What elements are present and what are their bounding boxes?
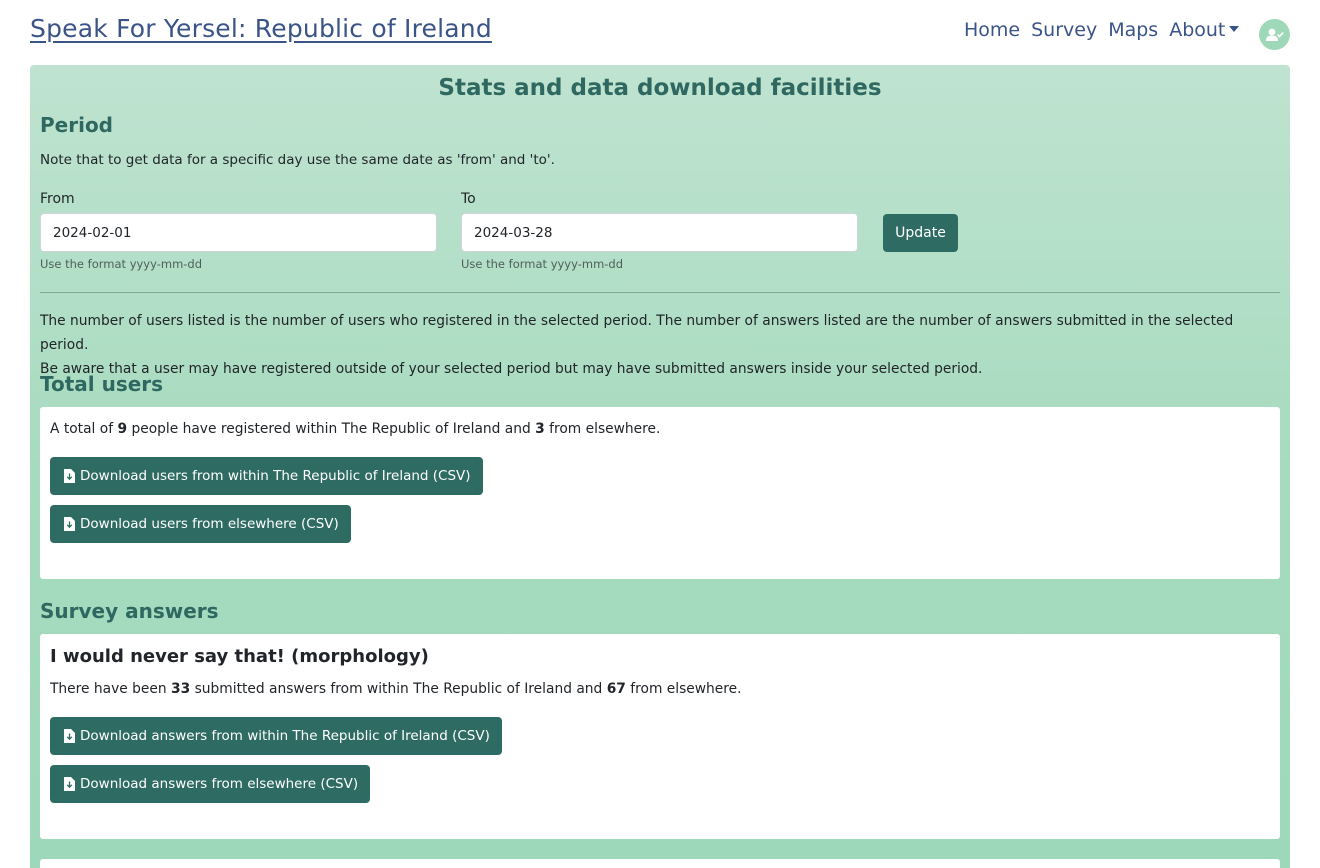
chevron-down-icon (1229, 26, 1240, 32)
from-hint: Use the format yyyy-mm-dd (40, 257, 203, 271)
nav-menu: Home Survey Maps About (964, 19, 1250, 41)
user-check-icon[interactable] (1259, 19, 1290, 50)
brand-link[interactable]: Speak For Yersel: Republic of Ireland (30, 14, 492, 43)
download-users-elsewhere-label: Download users from elsewhere (CSV) (80, 516, 339, 532)
info-paragraph: The number of users listed is the number… (40, 309, 1280, 381)
next-survey-card (40, 859, 1280, 868)
answers-within-count: 33 (171, 681, 191, 697)
page-title: Stats and data download facilities (438, 75, 882, 101)
period-note: Note that to get data for a specific day… (40, 152, 555, 168)
nav-maps[interactable]: Maps (1108, 19, 1158, 41)
navbar: Speak For Yersel: Republic of Ireland Ho… (0, 0, 1320, 64)
stats-panel: Stats and data download facilities Perio… (30, 65, 1290, 868)
total-users-heading: Total users (40, 372, 164, 396)
download-answers-elsewhere-button[interactable]: Download answers from elsewhere (CSV) (50, 765, 371, 803)
survey-answers-heading: Survey answers (40, 599, 219, 623)
nav-home[interactable]: Home (964, 19, 1020, 41)
download-answers-within-button[interactable]: Download answers from within The Republi… (50, 717, 502, 755)
download-answers-elsewhere-label: Download answers from elsewhere (CSV) (80, 776, 359, 792)
file-download-icon (64, 469, 75, 483)
users-elsewhere-count: 3 (535, 421, 545, 437)
download-answers-within-label: Download answers from within The Republi… (80, 728, 490, 744)
text-middle: submitted answers from within The Republ… (190, 681, 607, 697)
from-label: From (40, 191, 75, 207)
total-users-text: A total of 9 people have registered with… (50, 421, 660, 437)
period-heading: Period (40, 113, 113, 137)
text-prefix: There have been (50, 681, 172, 697)
from-date-input[interactable] (40, 213, 437, 252)
text-suffix: from elsewhere. (625, 681, 742, 697)
update-button[interactable]: Update (883, 214, 958, 252)
text-prefix: A total of (50, 421, 118, 437)
survey-answers-text: There have been 33 submitted answers fro… (50, 681, 742, 697)
divider (40, 292, 1280, 293)
file-download-icon (64, 777, 75, 791)
nav-about-label: About (1169, 19, 1226, 41)
to-hint: Use the format yyyy-mm-dd (461, 257, 624, 271)
download-users-within-button[interactable]: Download users from within The Republic … (50, 457, 483, 495)
answers-elsewhere-count: 67 (606, 681, 626, 697)
survey-title: I would never say that! (morphology) (50, 646, 429, 667)
file-download-icon (64, 729, 75, 743)
info-line-2: Be aware that a user may have registered… (40, 361, 983, 377)
download-users-elsewhere-button[interactable]: Download users from elsewhere (CSV) (50, 505, 351, 543)
survey-answers-card: I would never say that! (morphology) The… (40, 634, 1280, 839)
users-within-count: 9 (117, 421, 128, 437)
file-download-icon (64, 517, 75, 531)
download-users-within-label: Download users from within The Republic … (80, 468, 471, 484)
total-users-card: A total of 9 people have registered with… (40, 407, 1280, 579)
text-suffix: from elsewhere. (544, 421, 661, 437)
info-line-1: The number of users listed is the number… (40, 313, 1234, 353)
to-date-input[interactable] (461, 213, 858, 252)
nav-survey[interactable]: Survey (1031, 19, 1097, 41)
nav-about[interactable]: About (1169, 19, 1240, 41)
to-label: To (461, 191, 476, 207)
text-middle: people have registered within The Republ… (127, 421, 536, 437)
